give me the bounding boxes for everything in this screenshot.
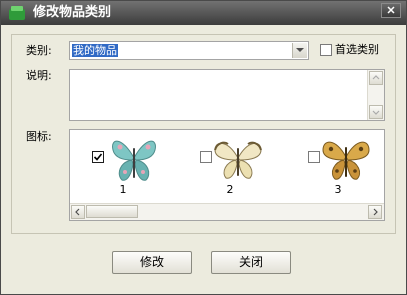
close-icon: [387, 6, 395, 14]
chevron-down-icon: [296, 48, 304, 52]
icon-list-horizontal-scrollbar[interactable]: [70, 203, 384, 220]
description-textarea[interactable]: [69, 69, 385, 121]
chevron-down-icon: [372, 110, 380, 115]
close-button[interactable]: 关闭: [211, 251, 291, 274]
scroll-left-button[interactable]: [71, 205, 85, 219]
scroll-down-button[interactable]: [369, 105, 383, 119]
chevron-right-icon: [373, 208, 378, 216]
icon-1-checkbox[interactable]: [92, 151, 104, 163]
scroll-up-button[interactable]: [369, 71, 383, 85]
preferred-category-checkbox[interactable]: [320, 44, 332, 56]
horizontal-scroll-thumb[interactable]: [86, 205, 138, 218]
teal-butterfly-icon[interactable]: [108, 134, 160, 187]
preferred-category-label: 首选类别: [335, 43, 379, 56]
icon-2-checkbox[interactable]: [200, 151, 212, 163]
icon-label: 图标:: [26, 130, 52, 143]
combo-dropdown-button[interactable]: [292, 43, 307, 58]
chevron-up-icon: [372, 75, 380, 80]
category-value[interactable]: 我的物品: [72, 44, 118, 57]
modify-button[interactable]: 修改: [112, 251, 192, 274]
scroll-right-button[interactable]: [368, 205, 382, 219]
description-label: 说明:: [26, 69, 52, 82]
description-vertical-scrollbar[interactable]: [367, 70, 384, 120]
golden-butterfly-icon[interactable]: [320, 137, 372, 186]
close-window-button[interactable]: [381, 3, 401, 18]
cream-butterfly-icon[interactable]: [212, 138, 264, 185]
chevron-left-icon: [75, 208, 80, 216]
app-icon: [8, 5, 26, 21]
icon-list: 1 2 3: [69, 129, 385, 221]
dialog-window: 修改物品类别 类别: 我的物品 首选类别 说明: 图标: 1 2 3 修改 关闭: [0, 0, 407, 295]
checkmark-icon: [93, 153, 103, 161]
category-label: 类别:: [26, 44, 52, 57]
icon-2-number: 2: [226, 183, 234, 196]
icon-3-number: 3: [334, 183, 342, 196]
title-bar[interactable]: 修改物品类别: [1, 1, 406, 25]
category-combobox[interactable]: 我的物品: [69, 41, 309, 60]
icon-1-number: 1: [119, 183, 127, 196]
window-title: 修改物品类别: [33, 5, 112, 20]
icon-3-checkbox[interactable]: [308, 151, 320, 163]
